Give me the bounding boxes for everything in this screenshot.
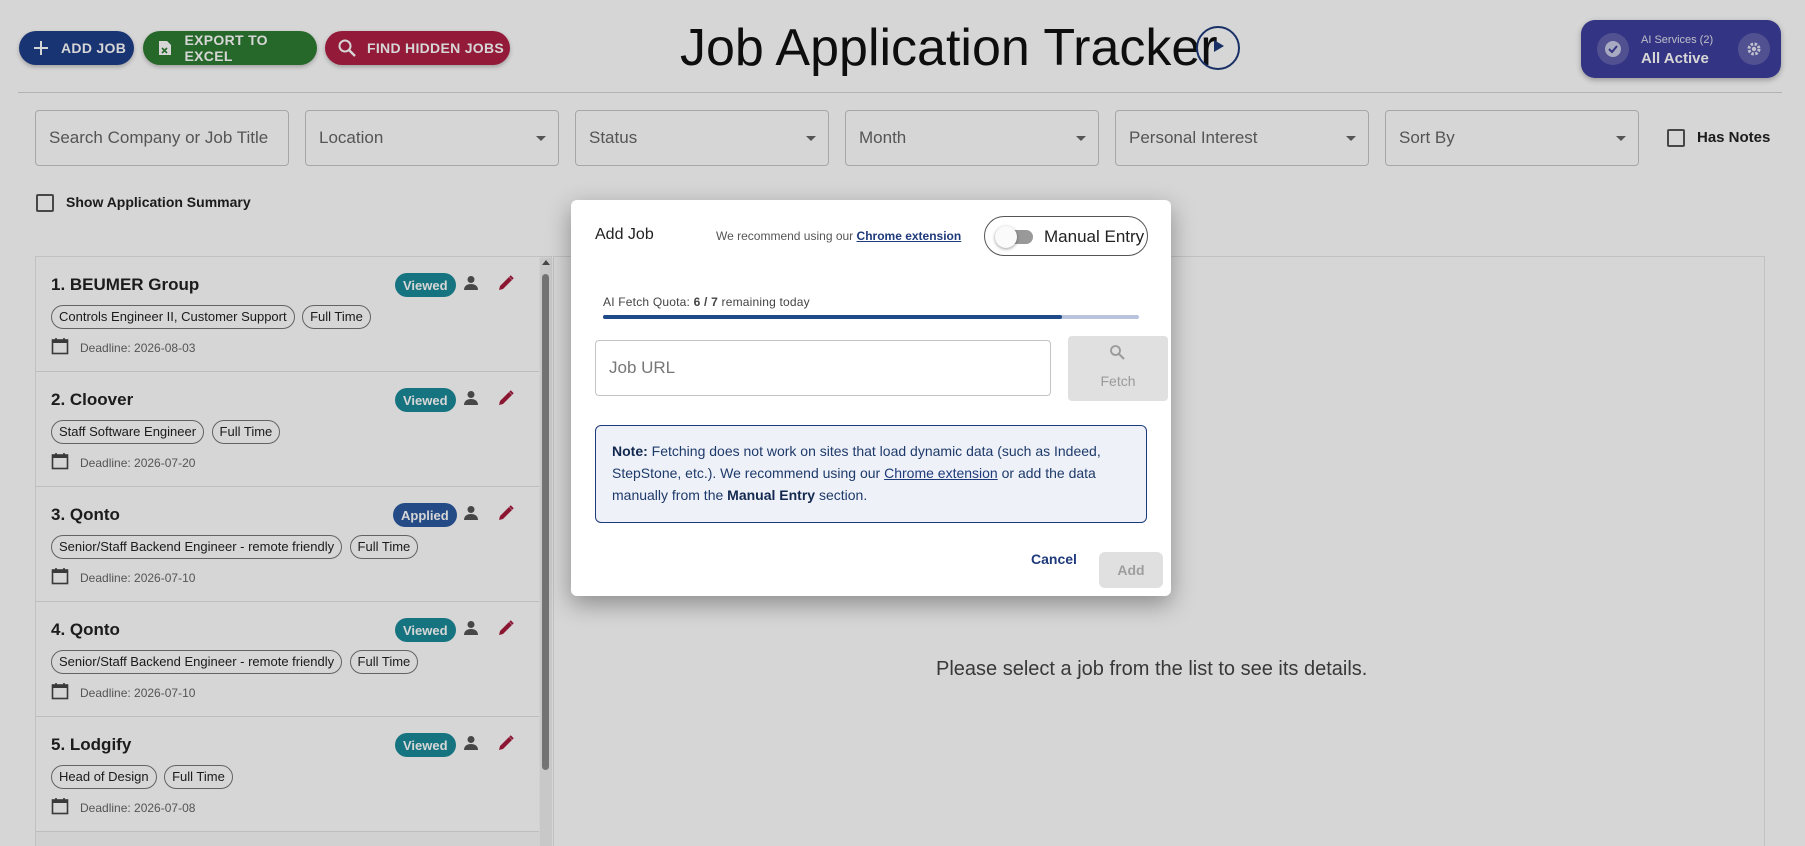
search-icon — [1109, 344, 1125, 363]
job-url-placeholder: Job URL — [609, 358, 676, 377]
quota-progress-bar — [603, 315, 1139, 319]
fetch-quota: AI Fetch Quota: 6 / 7 remaining today — [603, 295, 810, 309]
fetch-button[interactable]: Fetch — [1068, 336, 1168, 401]
job-url-input[interactable]: Job URL — [595, 340, 1051, 396]
note-label: Note: — [612, 443, 648, 459]
fetch-note: Note: Fetching does not work on sites th… — [595, 425, 1147, 523]
note-text-3: section. — [818, 487, 868, 503]
quota-used: 6 / 7 — [693, 295, 718, 309]
quota-suffix: remaining today — [721, 295, 810, 309]
quota-prefix: AI Fetch Quota: — [603, 295, 691, 309]
fetch-label: Fetch — [1100, 373, 1136, 389]
cancel-button[interactable]: Cancel — [1031, 551, 1077, 567]
manual-entry-label: Manual Entry — [1044, 227, 1145, 246]
note-manual-entry: Manual Entry — [727, 487, 816, 503]
add-button[interactable]: Add — [1099, 552, 1163, 588]
note-chrome-extension-link[interactable]: Chrome extension — [884, 465, 998, 481]
recommend-label: We recommend using our — [716, 229, 854, 243]
add-job-dialog: Add Job We recommend using our Chrome ex… — [571, 200, 1171, 596]
recommend-text: We recommend using our Chrome extension — [716, 229, 961, 243]
quota-progress-fill — [603, 315, 1063, 319]
dialog-title: Add Job — [595, 226, 654, 243]
toggle-knob — [995, 226, 1017, 248]
chrome-extension-link[interactable]: Chrome extension — [857, 229, 962, 243]
manual-entry-toggle[interactable]: Manual Entry — [984, 216, 1148, 256]
